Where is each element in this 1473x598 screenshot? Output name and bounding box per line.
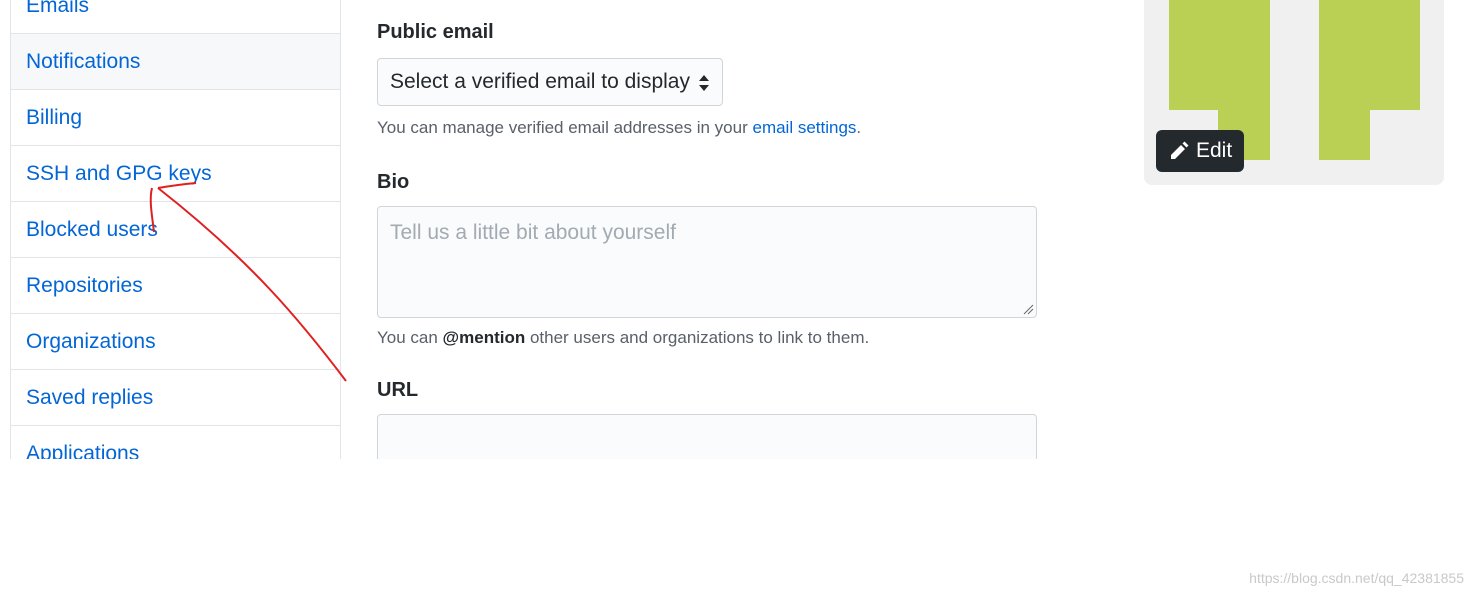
red-arrow-annotation — [149, 182, 347, 382]
settings-viewport: Emails Notifications Billing SSH and GPG… — [0, 0, 1473, 459]
watermark: https://blog.csdn.net/qq_42381855 — [1249, 570, 1464, 586]
